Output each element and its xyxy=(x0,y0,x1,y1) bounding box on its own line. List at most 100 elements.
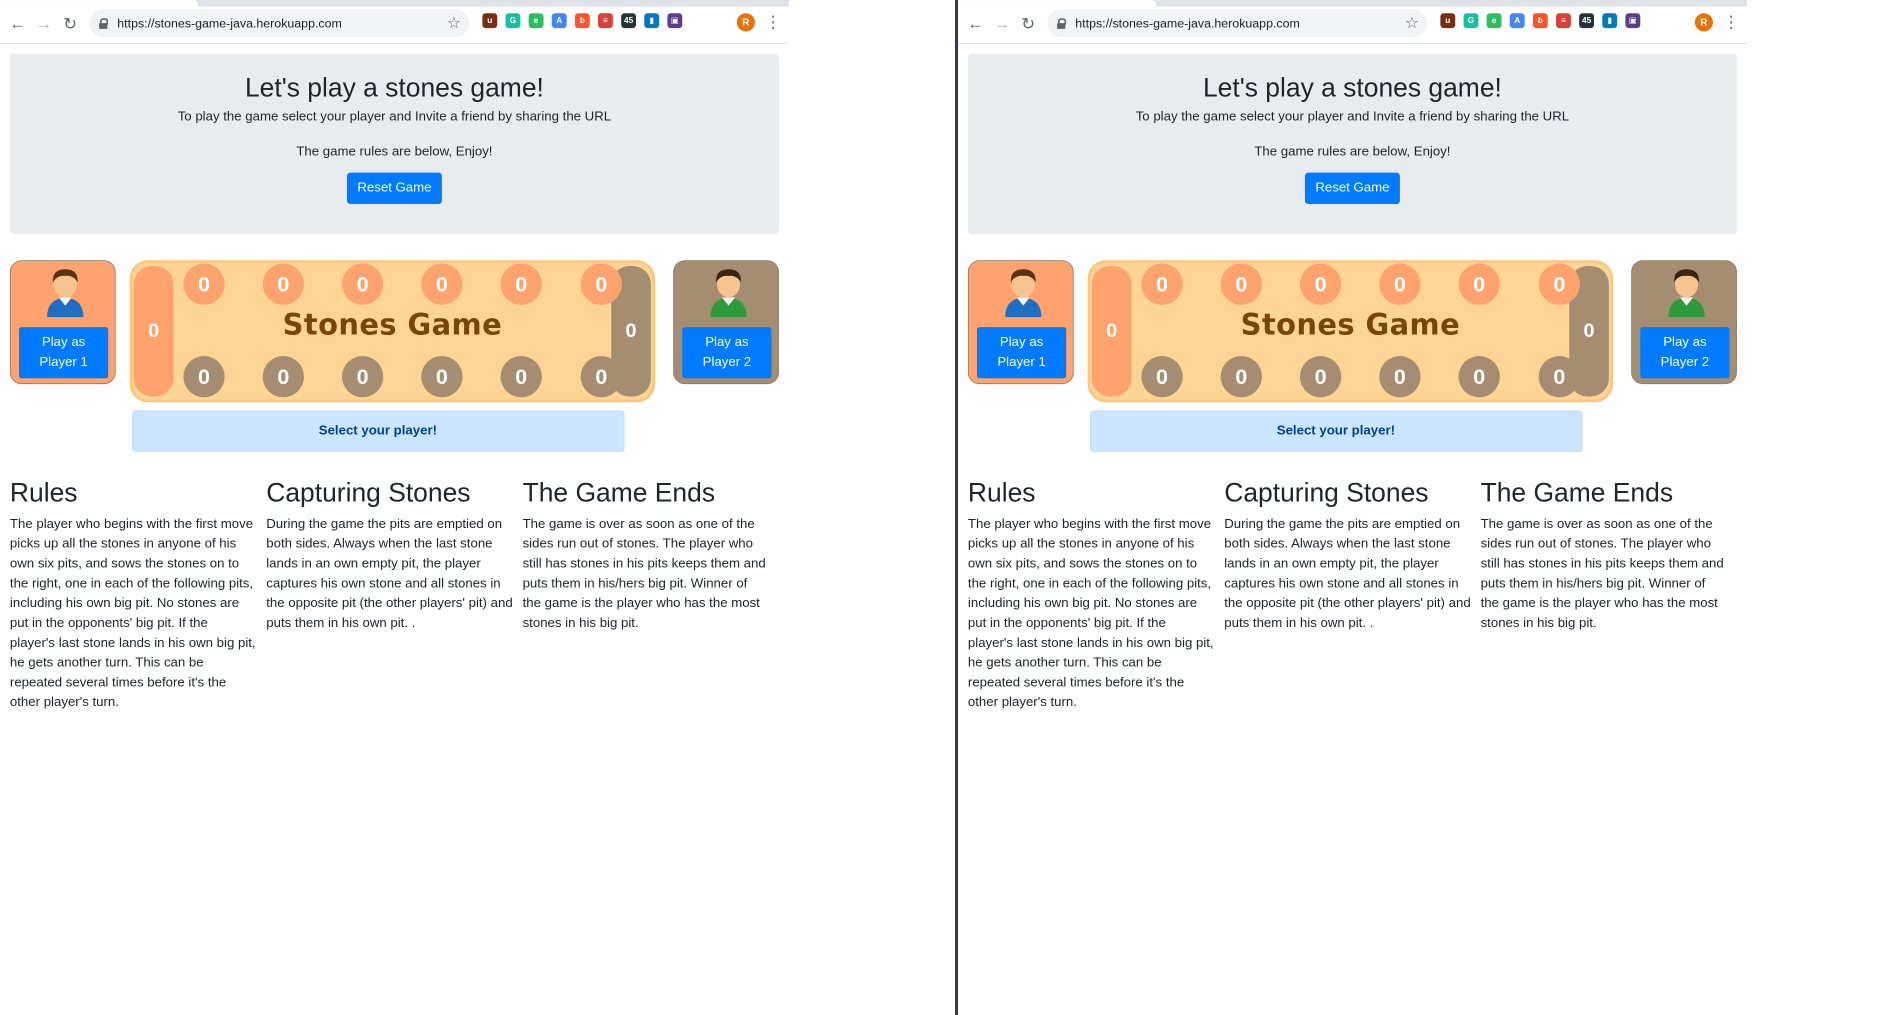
rules-text: During the game the pits are emptied on … xyxy=(266,517,513,631)
pit-player-1-1[interactable]: 0 xyxy=(1141,263,1183,305)
bookmark-star-icon[interactable]: ☆ xyxy=(447,14,461,33)
back-icon[interactable]: ← xyxy=(7,13,28,34)
pit-player-1-3[interactable]: 0 xyxy=(341,263,384,305)
rules-text: During the game the pits are emptied on … xyxy=(1224,517,1471,631)
reload-icon[interactable]: ↻ xyxy=(1017,13,1038,34)
player-2-avatar-icon xyxy=(710,269,747,318)
pit-player-1-1[interactable]: 0 xyxy=(183,263,225,305)
profile-avatar[interactable]: R xyxy=(736,13,755,32)
extensions-bar: u Ge Ab ≡ 45 ▮ ▣ xyxy=(482,13,683,29)
play-as-player-1-button[interactable]: Play as Player 1 xyxy=(18,327,109,379)
pit-player-1-6[interactable]: 0 xyxy=(580,263,622,305)
pit-player-2-4[interactable]: 0 xyxy=(421,356,463,398)
browser-window-left: ← → ↻ https://stones-game-java.herokuapp… xyxy=(0,0,955,1015)
reset-game-button[interactable]: Reset Game xyxy=(1304,172,1401,205)
url-text: https://stones-game-java.herokuapp.com xyxy=(117,16,342,31)
pit-player-1-3[interactable]: 0 xyxy=(1299,263,1342,305)
rules-column: The Game Ends The game is over as soon as… xyxy=(523,477,779,713)
pit-player-2-1[interactable]: 0 xyxy=(1141,356,1183,398)
player-1-avatar-icon xyxy=(47,269,84,318)
grammarly-icon[interactable]: G xyxy=(505,13,521,29)
trello-icon[interactable]: ▮ xyxy=(644,13,660,29)
rules-heading: The Game Ends xyxy=(522,477,716,508)
rules-column: Capturing Stones During the game the pits… xyxy=(266,477,522,713)
extension-icon[interactable]: ▣ xyxy=(667,13,683,29)
pit-player-1-4[interactable]: 0 xyxy=(421,263,463,305)
player-2-avatar-icon xyxy=(1668,269,1705,318)
todoist-icon[interactable]: ≡ xyxy=(598,13,613,29)
todoist-icon[interactable]: ≡ xyxy=(1556,13,1571,29)
play-as-player-1-button[interactable]: Play as Player 1 xyxy=(976,327,1067,379)
browser-menu-icon[interactable]: ⋮ xyxy=(1723,12,1740,33)
pit-player-2-4[interactable]: 0 xyxy=(1379,356,1421,398)
pit-player-2-1[interactable]: 0 xyxy=(183,356,225,398)
brave-icon[interactable]: b xyxy=(574,13,590,29)
extension-icon[interactable]: ▣ xyxy=(1625,13,1641,29)
pit-player-1-5[interactable]: 0 xyxy=(500,263,542,305)
translate-icon[interactable]: A xyxy=(1509,13,1525,29)
rules-section: Rules The player who begins with the firs… xyxy=(968,477,1737,713)
pit-player-2-5[interactable]: 0 xyxy=(1458,356,1500,398)
pit-player-2-6[interactable]: 0 xyxy=(580,356,622,398)
active-tab[interactable] xyxy=(0,0,199,7)
address-bar[interactable]: https://stones-game-java.herokuapp.com ☆ xyxy=(89,9,470,38)
trello-icon[interactable]: ▮ xyxy=(1602,13,1618,29)
pit-player-1-2[interactable]: 0 xyxy=(1220,263,1262,305)
reset-game-button[interactable]: Reset Game xyxy=(346,172,443,205)
play-as-player-2-button[interactable]: Play as Player 2 xyxy=(682,327,772,379)
pit-player-1-4[interactable]: 0 xyxy=(1379,263,1421,305)
extensions-bar: u Ge Ab ≡ 45 ▮ ▣ xyxy=(1440,13,1641,29)
pit-player-1-5[interactable]: 0 xyxy=(1458,263,1500,305)
brave-icon[interactable]: b xyxy=(1532,13,1548,29)
pit-player-1-6[interactable]: 0 xyxy=(1538,263,1580,305)
evernote-icon[interactable]: e xyxy=(1486,13,1502,29)
page-title: Let's play a stones game! xyxy=(244,72,544,103)
back-icon[interactable]: ← xyxy=(965,13,986,34)
grammarly-icon[interactable]: G xyxy=(1463,13,1479,29)
hero-panel: Let's play a stones game! To play the ga… xyxy=(967,53,1737,234)
evernote-icon[interactable]: e xyxy=(528,13,544,29)
rules-column: The Game Ends The game is over as soon as… xyxy=(1481,477,1737,713)
pit-player-2-5[interactable]: 0 xyxy=(500,356,542,398)
rules-column: Rules The player who begins with the firs… xyxy=(10,477,266,713)
pit-player-2-6[interactable]: 0 xyxy=(1538,356,1580,398)
ublock-icon[interactable]: u xyxy=(482,13,498,29)
tab-strip xyxy=(0,0,789,7)
hero-subtitle: To play the game select your player and … xyxy=(1135,109,1570,124)
counter-icon[interactable]: 45 xyxy=(621,13,637,29)
player-1-card: Play as Player 1 xyxy=(9,260,116,385)
counter-icon[interactable]: 45 xyxy=(1579,13,1595,29)
pit-player-2-3[interactable]: 0 xyxy=(341,356,384,398)
active-tab[interactable] xyxy=(958,0,1157,7)
rules-column: Capturing Stones During the game the pits… xyxy=(1224,477,1480,713)
rules-heading: Capturing Stones xyxy=(266,477,471,508)
rules-section: Rules The player who begins with the firs… xyxy=(10,477,779,713)
lock-icon[interactable] xyxy=(99,18,109,29)
bookmark-star-icon[interactable]: ☆ xyxy=(1405,14,1419,33)
rules-text: The game is over as soon as one of the s… xyxy=(1480,517,1724,631)
pit-player-1-2[interactable]: 0 xyxy=(262,263,304,305)
rules-heading: Capturing Stones xyxy=(1224,477,1429,508)
board-title: Stones Game xyxy=(282,308,503,342)
forward-icon[interactable]: → xyxy=(33,13,54,34)
address-bar[interactable]: https://stones-game-java.herokuapp.com ☆ xyxy=(1047,9,1428,38)
url-text: https://stones-game-java.herokuapp.com xyxy=(1075,16,1300,31)
board-title: Stones Game xyxy=(1240,308,1461,342)
hero-panel: Let's play a stones game! To play the ga… xyxy=(9,53,779,234)
pit-player-2-3[interactable]: 0 xyxy=(1299,356,1342,398)
forward-icon[interactable]: → xyxy=(991,13,1012,34)
profile-avatar[interactable]: R xyxy=(1694,13,1713,32)
lock-icon[interactable] xyxy=(1057,18,1067,29)
rules-column: Rules The player who begins with the firs… xyxy=(968,477,1224,713)
translate-icon[interactable]: A xyxy=(551,13,567,29)
pit-player-2-2[interactable]: 0 xyxy=(262,356,304,398)
browser-toolbar: ← → ↻ https://stones-game-java.herokuapp… xyxy=(958,0,1747,44)
status-alert: Select your player! xyxy=(1089,410,1583,452)
play-as-player-2-button[interactable]: Play as Player 2 xyxy=(1640,327,1730,379)
hero-subtitle: To play the game select your player and … xyxy=(177,109,612,124)
ublock-icon[interactable]: u xyxy=(1440,13,1456,29)
reload-icon[interactable]: ↻ xyxy=(59,13,80,34)
pit-player-2-2[interactable]: 0 xyxy=(1220,356,1262,398)
browser-menu-icon[interactable]: ⋮ xyxy=(765,12,782,33)
browser-toolbar: ← → ↻ https://stones-game-java.herokuapp… xyxy=(0,0,789,44)
